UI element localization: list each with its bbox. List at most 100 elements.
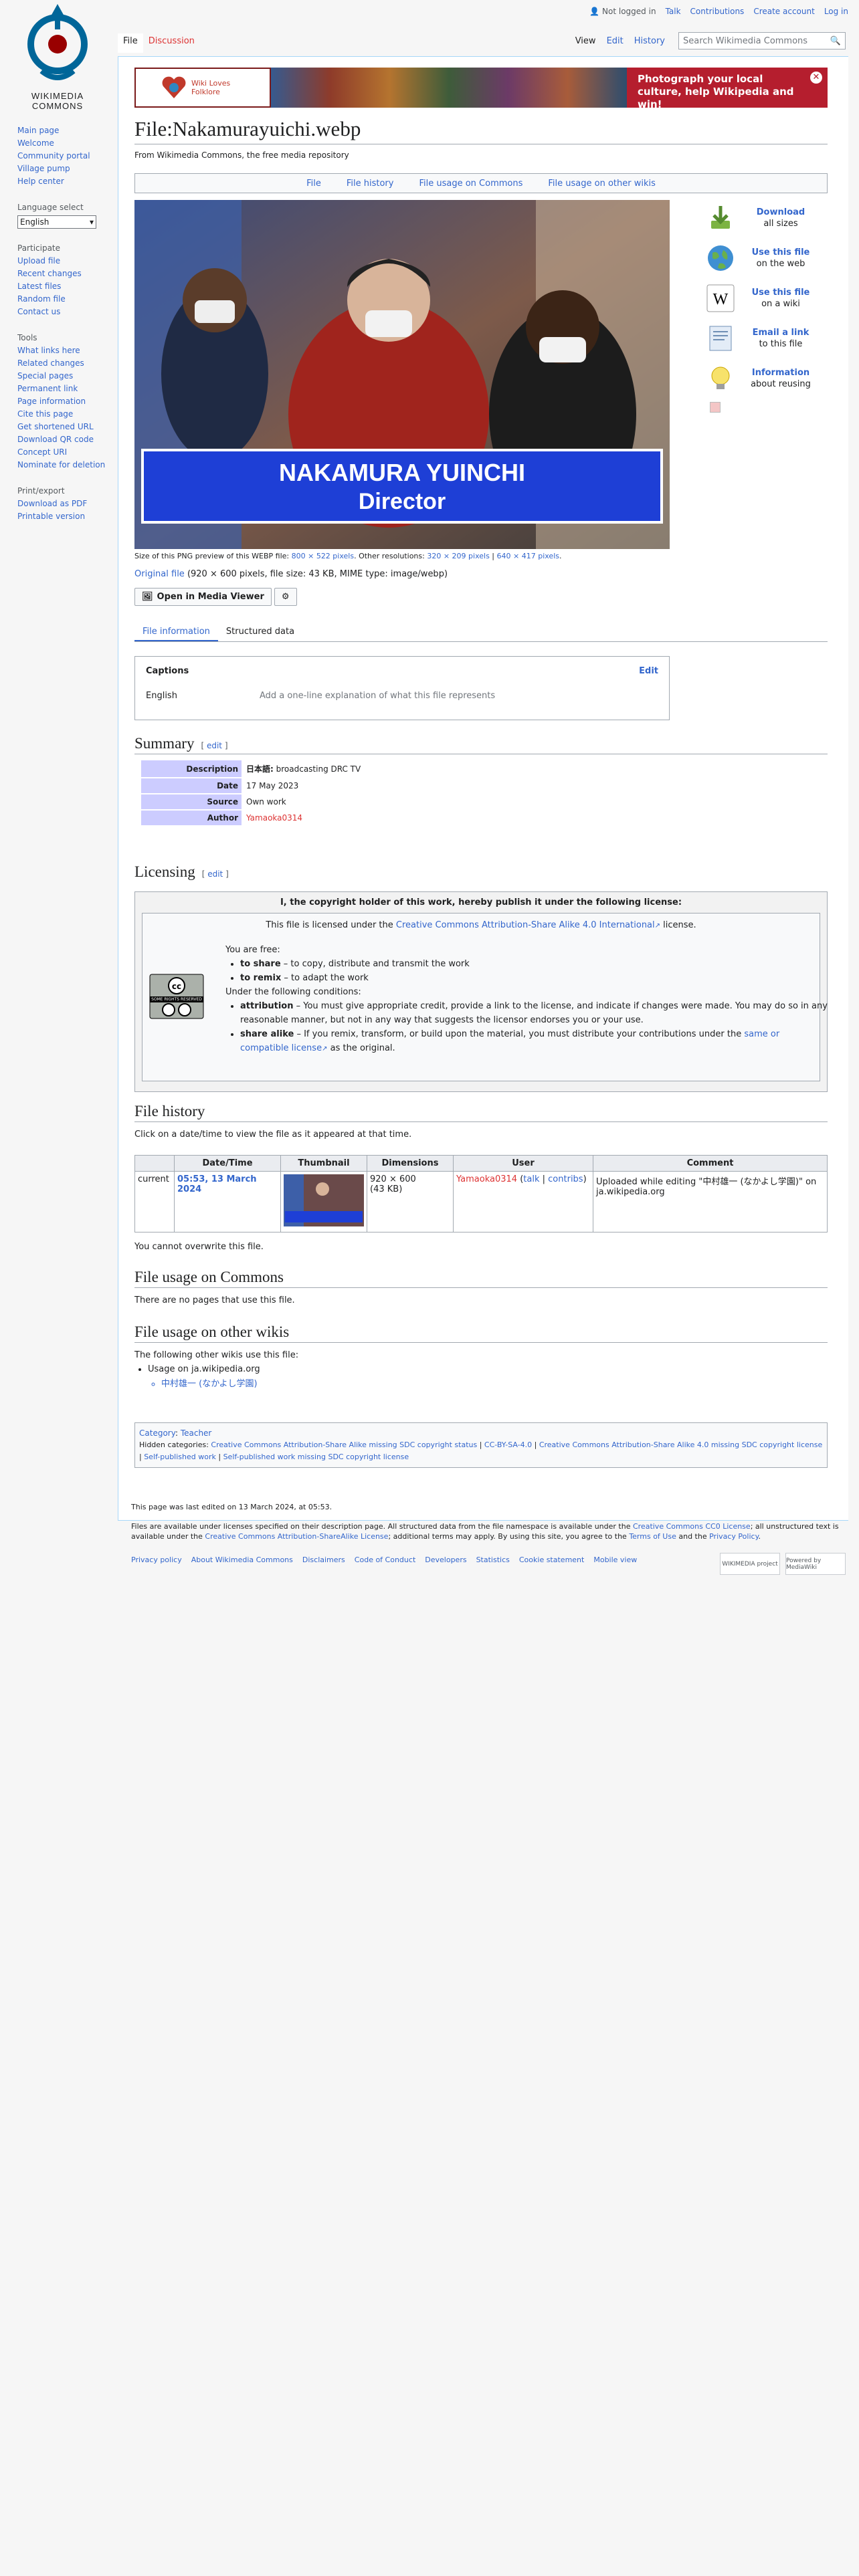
privacy-policy-inline-link[interactable]: Privacy Policy bbox=[709, 1532, 758, 1541]
usage-page-link[interactable]: 中村雄一 (なかよし学園) bbox=[161, 1377, 260, 1392]
sidebar-item-latest-files[interactable]: Latest files bbox=[17, 280, 118, 293]
action-information-sub: about reusing bbox=[751, 379, 811, 389]
hidden-category-link[interactable]: CC-BY-SA-4.0 bbox=[484, 1440, 532, 1449]
toc-file-history[interactable]: File history bbox=[347, 179, 394, 189]
sidebar-item-download-pdf[interactable]: Download as PDF bbox=[17, 498, 118, 510]
search-icon[interactable]: 🔍 bbox=[830, 36, 841, 46]
licensing-edit-link[interactable]: edit bbox=[207, 869, 223, 879]
talk-link[interactable]: Talk bbox=[666, 7, 681, 16]
toc-usage-other[interactable]: File usage on other wikis bbox=[548, 179, 656, 189]
tab-file-information[interactable]: File information bbox=[134, 624, 218, 641]
tab-file[interactable]: File bbox=[118, 33, 143, 53]
preview-size-link[interactable]: 800 × 522 pixels bbox=[292, 552, 354, 560]
summary-edit-link[interactable]: edit bbox=[207, 741, 222, 750]
cc-by-sa-badge[interactable]: cc SOME RIGHTS RESERVED bbox=[149, 974, 204, 1019]
footer-link-cookie[interactable]: Cookie statement bbox=[519, 1555, 584, 1565]
language-select-value: English bbox=[20, 217, 50, 227]
search-input[interactable]: Search Wikimedia Commons 🔍 bbox=[678, 32, 846, 49]
license-link[interactable]: Creative Commons Attribution-Share Alike… bbox=[396, 920, 655, 930]
footer-link-privacy[interactable]: Privacy policy bbox=[131, 1555, 182, 1565]
file-history-table: Date/Time Thumbnail Dimensions User Comm… bbox=[134, 1155, 828, 1232]
footer-link-code-of-conduct[interactable]: Code of Conduct bbox=[355, 1555, 415, 1565]
file-preview-image[interactable]: NAKAMURA YUINCHI Director bbox=[134, 200, 670, 549]
footer-link-disclaimers[interactable]: Disclaimers bbox=[302, 1555, 345, 1565]
sidebar-item-nominate-for-deletion[interactable]: Nominate for deletion bbox=[17, 459, 118, 471]
uploader-contribs-link[interactable]: contribs bbox=[548, 1174, 583, 1184]
category-teacher-link[interactable]: Teacher bbox=[181, 1428, 212, 1438]
tab-edit[interactable]: Edit bbox=[601, 33, 629, 52]
tab-history[interactable]: History bbox=[629, 33, 670, 52]
action-use-web[interactable]: Use this file on the web bbox=[706, 241, 826, 275]
licensing-heading: Licensing [ edit ] bbox=[134, 863, 828, 882]
action-information[interactable]: Information about reusing bbox=[706, 362, 826, 395]
footer-link-developers[interactable]: Developers bbox=[425, 1555, 466, 1565]
footer-link-mobile[interactable]: Mobile view bbox=[593, 1555, 637, 1565]
terms-of-use-link[interactable]: Terms of Use bbox=[629, 1532, 676, 1541]
sidebar-item-recent-changes[interactable]: Recent changes bbox=[17, 267, 118, 280]
share-text: – to copy, distribute and transmit the w… bbox=[280, 959, 470, 969]
cc-by-sa-link[interactable]: Creative Commons Attribution-ShareAlike … bbox=[205, 1532, 388, 1541]
open-media-viewer-button[interactable]: 🖼 Open in Media Viewer bbox=[134, 588, 272, 606]
categories-box: Category: Teacher Hidden categories: Cre… bbox=[134, 1422, 828, 1468]
author-link[interactable]: Yamaoka0314 bbox=[243, 811, 364, 825]
cc0-link[interactable]: Creative Commons CC0 License bbox=[633, 1522, 751, 1531]
sidebar-item-permanent-link[interactable]: Permanent link bbox=[17, 383, 118, 395]
footer-link-about[interactable]: About Wikimedia Commons bbox=[191, 1555, 293, 1565]
uploader-link[interactable]: Yamaoka0314 bbox=[456, 1174, 517, 1184]
action-use-wiki[interactable]: W Use this file on a wiki bbox=[706, 282, 826, 315]
lightbulb-icon bbox=[711, 366, 730, 389]
sidebar-item-random-file[interactable]: Random file bbox=[17, 293, 118, 306]
sidebar-item-special-pages[interactable]: Special pages bbox=[17, 370, 118, 383]
footer-link-statistics[interactable]: Statistics bbox=[476, 1555, 510, 1565]
sidebar-item-welcome[interactable]: Welcome bbox=[17, 137, 118, 150]
hidden-category-link[interactable]: Creative Commons Attribution-Share Alike… bbox=[211, 1440, 477, 1449]
contributions-link[interactable]: Contributions bbox=[690, 7, 745, 16]
tab-view[interactable]: View bbox=[570, 33, 601, 52]
sidebar-item-main-page[interactable]: Main page bbox=[17, 124, 118, 137]
sidebar-item-help-center[interactable]: Help center bbox=[17, 175, 118, 188]
hidden-category-link[interactable]: Creative Commons Attribution-Share Alike… bbox=[539, 1440, 822, 1449]
sidebar-item-community-portal[interactable]: Community portal bbox=[17, 150, 118, 163]
external-link-icon: ↗ bbox=[654, 922, 661, 930]
create-account-link[interactable]: Create account bbox=[753, 7, 815, 16]
action-use-wiki-title: Use this file bbox=[751, 288, 810, 298]
sidebar-item-upload-file[interactable]: Upload file bbox=[17, 255, 118, 267]
hidden-category-link[interactable]: Self-published work missing SDC copyrigh… bbox=[223, 1453, 409, 1461]
sidebar-item-cite-this-page[interactable]: Cite this page bbox=[17, 408, 118, 421]
action-email-link[interactable]: Email a link to this file bbox=[706, 322, 826, 355]
log-in-link[interactable]: Log in bbox=[824, 7, 848, 16]
action-download[interactable]: Download all sizes bbox=[706, 201, 826, 235]
sidebar-item-concept-uri[interactable]: Concept URI bbox=[17, 446, 118, 459]
page-title: File:Nakamurayuichi.webp bbox=[134, 117, 361, 140]
tab-structured-data[interactable]: Structured data bbox=[218, 624, 302, 641]
sidebar-item-contact-us[interactable]: Contact us bbox=[17, 306, 118, 318]
captions-edit-button[interactable]: Edit bbox=[639, 666, 658, 676]
close-icon[interactable]: ✕ bbox=[810, 72, 822, 84]
wikimedia-project-badge[interactable]: WIKIMEDIA project bbox=[720, 1553, 780, 1575]
sidebar-item-download-qr-code[interactable]: Download QR code bbox=[17, 433, 118, 446]
sidebar-item-printable-version[interactable]: Printable version bbox=[17, 510, 118, 523]
tab-discussion[interactable]: Discussion bbox=[143, 33, 200, 53]
original-file-link[interactable]: Original file bbox=[134, 569, 185, 579]
central-notice-banner[interactable]: Wiki Loves Folklore Photograph your loca… bbox=[134, 68, 828, 108]
media-viewer-settings-button[interactable]: ⚙ bbox=[274, 588, 297, 606]
sidebar-item-village-pump[interactable]: Village pump bbox=[17, 163, 118, 175]
uploader-talk-link[interactable]: talk bbox=[523, 1174, 539, 1184]
datetime-link[interactable]: 05:53, 13 March 2024 bbox=[177, 1174, 257, 1194]
resolution-640-link[interactable]: 640 × 417 pixels bbox=[497, 552, 559, 560]
sidebar-item-page-information[interactable]: Page information bbox=[17, 395, 118, 408]
hidden-category-link[interactable]: Self-published work bbox=[144, 1453, 216, 1461]
resolution-320-link[interactable]: 320 × 209 pixels bbox=[427, 552, 489, 560]
sidebar-item-related-changes[interactable]: Related changes bbox=[17, 357, 118, 370]
toc-file[interactable]: File bbox=[306, 179, 321, 189]
sidebar-item-get-shortened-url[interactable]: Get shortened URL bbox=[17, 421, 118, 433]
category-label[interactable]: Category bbox=[139, 1428, 175, 1438]
language-select[interactable]: English ▾ bbox=[17, 215, 96, 229]
powered-by-mediawiki-badge[interactable]: Powered by MediaWiki bbox=[785, 1553, 846, 1575]
thumbnail-image[interactable] bbox=[284, 1174, 364, 1226]
cell-dimensions: 920 × 600 (43 KB) bbox=[367, 1171, 454, 1232]
toc-usage-commons[interactable]: File usage on Commons bbox=[419, 179, 522, 189]
wikimedia-commons-logo[interactable]: WIKIMEDIA COMMONS bbox=[15, 1, 100, 111]
banner-text[interactable]: Photograph your local culture, help Wiki… bbox=[627, 68, 828, 108]
sidebar-item-what-links-here[interactable]: What links here bbox=[17, 344, 118, 357]
